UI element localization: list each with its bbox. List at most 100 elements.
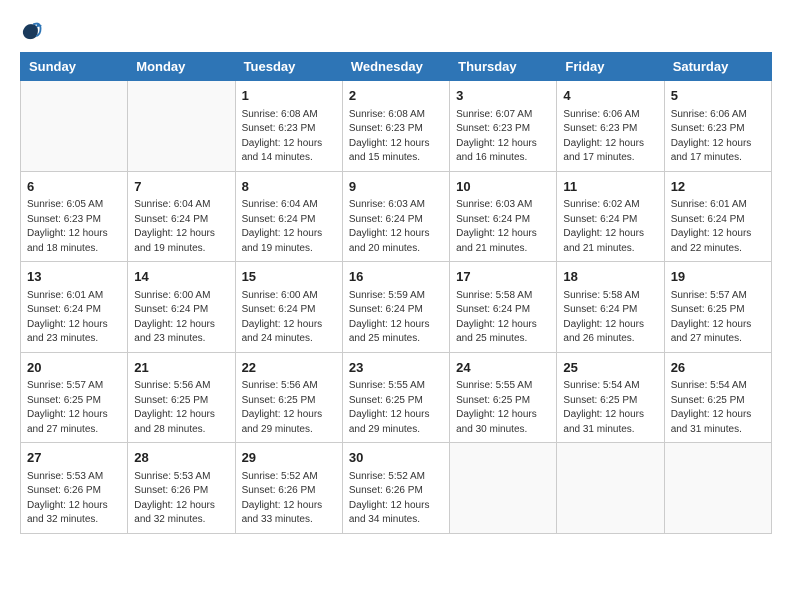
calendar-table: SundayMondayTuesdayWednesdayThursdayFrid…	[20, 52, 772, 534]
calendar-cell: 12Sunrise: 6:01 AM Sunset: 6:24 PM Dayli…	[664, 171, 771, 262]
calendar-cell: 16Sunrise: 5:59 AM Sunset: 6:24 PM Dayli…	[342, 262, 449, 353]
day-info: Sunrise: 6:01 AM Sunset: 6:24 PM Dayligh…	[27, 289, 121, 347]
day-number: 15	[242, 267, 336, 287]
calendar-cell	[557, 443, 664, 534]
calendar-cell: 29Sunrise: 5:52 AM Sunset: 6:26 PM Dayli…	[235, 443, 342, 534]
calendar-cell: 4Sunrise: 6:06 AM Sunset: 6:23 PM Daylig…	[557, 81, 664, 172]
day-info: Sunrise: 5:54 AM Sunset: 6:25 PM Dayligh…	[671, 379, 765, 437]
day-info: Sunrise: 6:08 AM Sunset: 6:23 PM Dayligh…	[349, 108, 443, 166]
day-number: 10	[456, 177, 550, 197]
calendar-week-2: 6Sunrise: 6:05 AM Sunset: 6:23 PM Daylig…	[21, 171, 772, 262]
day-info: Sunrise: 5:53 AM Sunset: 6:26 PM Dayligh…	[27, 470, 121, 528]
day-info: Sunrise: 6:04 AM Sunset: 6:24 PM Dayligh…	[134, 198, 228, 256]
calendar-cell: 27Sunrise: 5:53 AM Sunset: 6:26 PM Dayli…	[21, 443, 128, 534]
day-info: Sunrise: 5:53 AM Sunset: 6:26 PM Dayligh…	[134, 470, 228, 528]
day-number: 27	[27, 448, 121, 468]
day-info: Sunrise: 6:04 AM Sunset: 6:24 PM Dayligh…	[242, 198, 336, 256]
calendar-cell: 14Sunrise: 6:00 AM Sunset: 6:24 PM Dayli…	[128, 262, 235, 353]
day-info: Sunrise: 5:55 AM Sunset: 6:25 PM Dayligh…	[349, 379, 443, 437]
calendar-cell: 5Sunrise: 6:06 AM Sunset: 6:23 PM Daylig…	[664, 81, 771, 172]
day-info: Sunrise: 6:06 AM Sunset: 6:23 PM Dayligh…	[563, 108, 657, 166]
day-info: Sunrise: 6:05 AM Sunset: 6:23 PM Dayligh…	[27, 198, 121, 256]
day-info: Sunrise: 5:58 AM Sunset: 6:24 PM Dayligh…	[456, 289, 550, 347]
day-number: 8	[242, 177, 336, 197]
calendar-cell: 25Sunrise: 5:54 AM Sunset: 6:25 PM Dayli…	[557, 352, 664, 443]
calendar-cell: 9Sunrise: 6:03 AM Sunset: 6:24 PM Daylig…	[342, 171, 449, 262]
day-number: 19	[671, 267, 765, 287]
page-header	[20, 20, 772, 42]
calendar-cell: 8Sunrise: 6:04 AM Sunset: 6:24 PM Daylig…	[235, 171, 342, 262]
calendar-cell: 18Sunrise: 5:58 AM Sunset: 6:24 PM Dayli…	[557, 262, 664, 353]
day-number: 12	[671, 177, 765, 197]
calendar-cell	[664, 443, 771, 534]
day-info: Sunrise: 5:56 AM Sunset: 6:25 PM Dayligh…	[242, 379, 336, 437]
calendar-cell: 19Sunrise: 5:57 AM Sunset: 6:25 PM Dayli…	[664, 262, 771, 353]
day-info: Sunrise: 6:01 AM Sunset: 6:24 PM Dayligh…	[671, 198, 765, 256]
day-info: Sunrise: 5:56 AM Sunset: 6:25 PM Dayligh…	[134, 379, 228, 437]
calendar-cell: 3Sunrise: 6:07 AM Sunset: 6:23 PM Daylig…	[450, 81, 557, 172]
calendar-week-3: 13Sunrise: 6:01 AM Sunset: 6:24 PM Dayli…	[21, 262, 772, 353]
logo	[20, 20, 46, 42]
calendar-cell: 11Sunrise: 6:02 AM Sunset: 6:24 PM Dayli…	[557, 171, 664, 262]
day-number: 17	[456, 267, 550, 287]
calendar-cell	[128, 81, 235, 172]
calendar-week-4: 20Sunrise: 5:57 AM Sunset: 6:25 PM Dayli…	[21, 352, 772, 443]
day-number: 22	[242, 358, 336, 378]
day-number: 21	[134, 358, 228, 378]
day-info: Sunrise: 5:58 AM Sunset: 6:24 PM Dayligh…	[563, 289, 657, 347]
day-info: Sunrise: 6:06 AM Sunset: 6:23 PM Dayligh…	[671, 108, 765, 166]
day-number: 2	[349, 86, 443, 106]
calendar-cell: 7Sunrise: 6:04 AM Sunset: 6:24 PM Daylig…	[128, 171, 235, 262]
calendar-cell: 21Sunrise: 5:56 AM Sunset: 6:25 PM Dayli…	[128, 352, 235, 443]
calendar-cell	[21, 81, 128, 172]
day-number: 30	[349, 448, 443, 468]
day-info: Sunrise: 5:59 AM Sunset: 6:24 PM Dayligh…	[349, 289, 443, 347]
day-number: 28	[134, 448, 228, 468]
logo-icon	[20, 20, 42, 42]
calendar-cell	[450, 443, 557, 534]
calendar-weekday-sunday: Sunday	[21, 53, 128, 81]
day-number: 3	[456, 86, 550, 106]
calendar-cell: 6Sunrise: 6:05 AM Sunset: 6:23 PM Daylig…	[21, 171, 128, 262]
day-info: Sunrise: 5:52 AM Sunset: 6:26 PM Dayligh…	[349, 470, 443, 528]
day-number: 7	[134, 177, 228, 197]
day-info: Sunrise: 6:02 AM Sunset: 6:24 PM Dayligh…	[563, 198, 657, 256]
day-number: 5	[671, 86, 765, 106]
day-info: Sunrise: 5:52 AM Sunset: 6:26 PM Dayligh…	[242, 470, 336, 528]
calendar-week-5: 27Sunrise: 5:53 AM Sunset: 6:26 PM Dayli…	[21, 443, 772, 534]
day-number: 9	[349, 177, 443, 197]
calendar-cell: 26Sunrise: 5:54 AM Sunset: 6:25 PM Dayli…	[664, 352, 771, 443]
day-number: 23	[349, 358, 443, 378]
calendar-cell: 17Sunrise: 5:58 AM Sunset: 6:24 PM Dayli…	[450, 262, 557, 353]
day-number: 13	[27, 267, 121, 287]
day-number: 11	[563, 177, 657, 197]
day-number: 14	[134, 267, 228, 287]
day-number: 24	[456, 358, 550, 378]
day-number: 20	[27, 358, 121, 378]
day-number: 25	[563, 358, 657, 378]
calendar-cell: 20Sunrise: 5:57 AM Sunset: 6:25 PM Dayli…	[21, 352, 128, 443]
day-number: 16	[349, 267, 443, 287]
calendar-weekday-thursday: Thursday	[450, 53, 557, 81]
day-info: Sunrise: 6:00 AM Sunset: 6:24 PM Dayligh…	[134, 289, 228, 347]
day-info: Sunrise: 6:03 AM Sunset: 6:24 PM Dayligh…	[349, 198, 443, 256]
day-number: 29	[242, 448, 336, 468]
day-number: 1	[242, 86, 336, 106]
calendar-cell: 10Sunrise: 6:03 AM Sunset: 6:24 PM Dayli…	[450, 171, 557, 262]
calendar-header-row: SundayMondayTuesdayWednesdayThursdayFrid…	[21, 53, 772, 81]
calendar-cell: 13Sunrise: 6:01 AM Sunset: 6:24 PM Dayli…	[21, 262, 128, 353]
calendar-cell: 15Sunrise: 6:00 AM Sunset: 6:24 PM Dayli…	[235, 262, 342, 353]
calendar-weekday-saturday: Saturday	[664, 53, 771, 81]
day-info: Sunrise: 5:55 AM Sunset: 6:25 PM Dayligh…	[456, 379, 550, 437]
day-info: Sunrise: 6:03 AM Sunset: 6:24 PM Dayligh…	[456, 198, 550, 256]
calendar-cell: 1Sunrise: 6:08 AM Sunset: 6:23 PM Daylig…	[235, 81, 342, 172]
day-number: 18	[563, 267, 657, 287]
calendar-cell: 2Sunrise: 6:08 AM Sunset: 6:23 PM Daylig…	[342, 81, 449, 172]
calendar-cell: 28Sunrise: 5:53 AM Sunset: 6:26 PM Dayli…	[128, 443, 235, 534]
calendar-weekday-tuesday: Tuesday	[235, 53, 342, 81]
calendar-cell: 30Sunrise: 5:52 AM Sunset: 6:26 PM Dayli…	[342, 443, 449, 534]
day-info: Sunrise: 6:00 AM Sunset: 6:24 PM Dayligh…	[242, 289, 336, 347]
calendar-weekday-friday: Friday	[557, 53, 664, 81]
day-info: Sunrise: 6:07 AM Sunset: 6:23 PM Dayligh…	[456, 108, 550, 166]
day-info: Sunrise: 5:57 AM Sunset: 6:25 PM Dayligh…	[27, 379, 121, 437]
